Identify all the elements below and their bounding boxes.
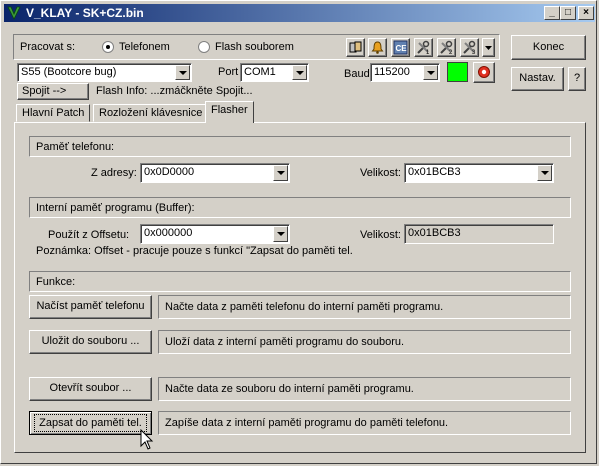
chevron-down-icon [485, 46, 492, 50]
status-indicator [447, 62, 468, 82]
size-label: Velikost: [360, 167, 401, 179]
radio-flash-file-label: Flash souborem [215, 41, 294, 53]
work-with-label: Pracovat s: [20, 41, 76, 53]
toolbar-dropdown-button[interactable] [482, 38, 495, 57]
size2-label: Velikost: [360, 229, 401, 241]
size-select[interactable]: 0x01BCB3 [404, 163, 554, 183]
maximize-button[interactable]: □ [560, 6, 576, 20]
read-phone-memory-desc: Načte data z paměti telefonu do interní … [158, 295, 571, 319]
port-select[interactable]: COM1 [240, 63, 309, 82]
chevron-down-icon [423, 65, 438, 80]
tools-2-icon[interactable]: 2 [437, 38, 456, 57]
konec-button[interactable]: Konec [511, 35, 586, 60]
offset-label: Použít z Offsetu: [48, 229, 130, 241]
chevron-down-icon [273, 165, 288, 181]
tab-hlavni-patch[interactable]: Hlavní Patch [16, 104, 91, 122]
phone-book-icon[interactable] [346, 38, 365, 57]
minimize-button[interactable]: _ [544, 6, 560, 20]
settings-gear-button[interactable] [473, 62, 495, 83]
open-file-desc: Načte data ze souboru do interní paměti … [158, 377, 571, 401]
radio-phone-label: Telefonem [119, 41, 170, 53]
close-button[interactable]: × [578, 6, 594, 20]
from-address-select[interactable]: 0x0D0000 [140, 163, 290, 183]
bell-icon[interactable] [368, 38, 387, 57]
tools-1-icon[interactable]: 1 [414, 38, 433, 57]
window-title: V_KLAY - SK+CZ.bin [26, 6, 144, 20]
tab-flasher[interactable]: Flasher [205, 101, 254, 123]
radio-flash-file[interactable] [198, 41, 210, 53]
baud-select[interactable]: 115200 [370, 63, 440, 82]
nastav-button[interactable]: Nastav. [511, 67, 564, 91]
tab-rozlozeni-klavesnice[interactable]: Rozložení klávesnice [93, 104, 209, 122]
write-phone-memory-button[interactable]: Zapsat do paměti tel. [29, 411, 152, 435]
help-button[interactable]: ? [568, 67, 586, 91]
mouse-cursor-icon [140, 429, 154, 450]
svg-text:CE: CE [396, 44, 408, 53]
buffer-title: Interní paměť programu (Buffer): [36, 202, 195, 214]
radio-phone[interactable] [102, 41, 114, 53]
chevron-down-icon [292, 65, 307, 80]
ce-chip-icon[interactable]: CE [391, 38, 410, 57]
save-to-file-button[interactable]: Uložit do souboru ... [29, 330, 152, 354]
svg-text:1: 1 [426, 50, 430, 55]
chevron-down-icon [537, 165, 552, 181]
gear-icon [478, 66, 490, 78]
baud-label: Baud [344, 68, 370, 80]
flash-info-text: Flash Info: ...zmáčkněte Spojit... [96, 85, 253, 97]
chevron-down-icon [273, 226, 288, 242]
tools-3-icon[interactable]: 3 [460, 38, 479, 57]
chevron-down-icon [175, 65, 190, 80]
functions-section [29, 271, 571, 292]
open-file-button[interactable]: Otevřít soubor ... [29, 377, 152, 401]
save-to-file-desc: Uloží data z interní paměti programu do … [158, 330, 571, 354]
main-window: V_KLAY - SK+CZ.bin _ □ × Pracovat s: Tel… [0, 0, 597, 464]
app-icon [7, 6, 21, 20]
svg-text:3: 3 [472, 50, 476, 55]
size2-field: 0x01BCB3 [404, 224, 554, 244]
port-label: Port [218, 66, 239, 78]
offset-note: Poznámka: Offset - pracuje pouze s funkc… [36, 245, 353, 257]
functions-title: Funkce: [36, 276, 76, 288]
title-bar[interactable]: V_KLAY - SK+CZ.bin _ □ × [4, 4, 595, 22]
model-select[interactable]: S55 (Bootcore bug) [17, 63, 192, 82]
from-address-label: Z adresy: [91, 167, 137, 179]
svg-text:2: 2 [449, 50, 453, 55]
offset-select[interactable]: 0x000000 [140, 224, 290, 244]
read-phone-memory-button[interactable]: Načíst paměť telefonu [29, 295, 152, 319]
phone-memory-title: Paměť telefonu: [36, 141, 115, 153]
connect-button[interactable]: Spojit --> [17, 83, 89, 100]
write-phone-memory-desc: Zapíše data z interní paměti programu do… [158, 411, 571, 435]
